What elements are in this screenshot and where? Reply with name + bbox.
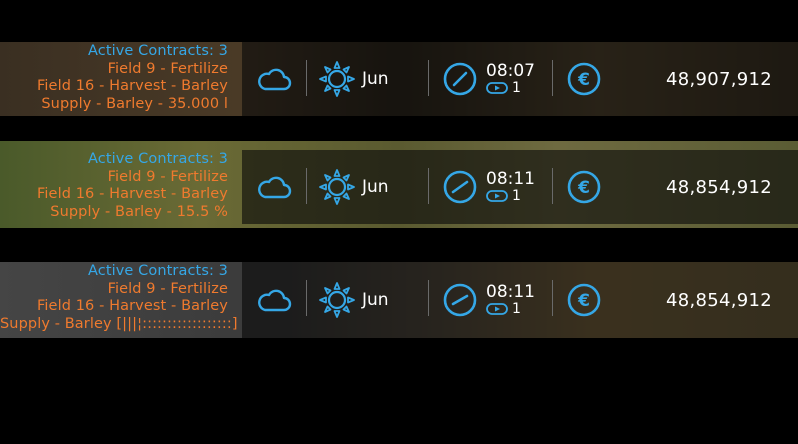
play-speed-icon: [486, 190, 508, 202]
contract-line: Field 16 - Harvest - Barley: [37, 78, 228, 94]
play-speed-icon: [486, 82, 508, 94]
contracts-title: Active Contracts: 3: [87, 151, 228, 167]
top-hud-bar: Jun 08:11 1 € 48,854,912: [242, 150, 798, 224]
divider: [428, 168, 429, 204]
month-label: Jun: [362, 177, 389, 197]
sun-icon[interactable]: [318, 150, 356, 224]
divider: [306, 60, 307, 96]
divider: [428, 280, 429, 316]
cloud-icon[interactable]: [256, 42, 292, 116]
hud-strip-1: Active Contracts: 3 Field 9 - Fertilize …: [0, 42, 798, 116]
active-contracts-panel: Active Contracts: 3 Field 9 - Fertilize …: [0, 42, 232, 116]
time-label: 08:11: [486, 282, 535, 302]
time-label: 08:07: [486, 61, 535, 81]
svg-text:€: €: [577, 70, 590, 90]
clock-icon[interactable]: [442, 262, 478, 338]
time-label: 08:11: [486, 169, 535, 189]
contract-line: Supply - Barley - 15.5 %: [50, 203, 228, 220]
time-speed[interactable]: 1: [486, 302, 521, 316]
divider: [552, 60, 553, 96]
contracts-title: Active Contracts: 3: [87, 43, 228, 59]
contracts-title: Active Contracts: 3: [87, 263, 228, 279]
active-contracts-panel: Active Contracts: 3 Field 9 - Fertilize …: [0, 262, 238, 338]
contract-line: Field 16 - Harvest - Barley: [37, 186, 228, 202]
sun-icon[interactable]: [318, 262, 356, 338]
sun-icon[interactable]: [318, 42, 356, 116]
euro-icon[interactable]: €: [566, 150, 602, 224]
time-speed[interactable]: 1: [486, 189, 521, 203]
contract-line: Supply - Barley - 35.000 l: [41, 95, 228, 112]
euro-icon[interactable]: €: [566, 262, 602, 338]
time-block: 08:11 1: [486, 262, 535, 338]
contract-line: Field 9 - Fertilize: [107, 60, 228, 77]
time-speed-value: 1: [512, 188, 521, 204]
hud-strip-2: Active Contracts: 3 Field 9 - Fertilize …: [0, 141, 798, 228]
money-label: 48,854,912: [666, 289, 773, 311]
cloud-icon[interactable]: [256, 150, 292, 224]
divider: [306, 168, 307, 204]
play-speed-icon: [486, 303, 508, 315]
top-hud-bar: Jun 08:07 1 € 48,907,912: [242, 42, 798, 116]
time-speed-value: 1: [512, 80, 521, 96]
divider: [306, 280, 307, 316]
time-speed-value: 1: [512, 301, 521, 317]
svg-text:€: €: [577, 178, 590, 198]
month-label: Jun: [362, 69, 389, 89]
divider: [428, 60, 429, 96]
hud-strip-3: Active Contracts: 3 Field 9 - Fertilize …: [0, 262, 798, 338]
contract-line: Supply - Barley [|||¦::::::::::::::::::]: [0, 315, 238, 332]
month-label: Jun: [362, 290, 389, 310]
divider: [552, 168, 553, 204]
money-label: 48,854,912: [666, 176, 773, 198]
time-speed[interactable]: 1: [486, 81, 521, 95]
clock-icon[interactable]: [442, 42, 478, 116]
euro-icon[interactable]: €: [566, 42, 602, 116]
money-label: 48,907,912: [666, 68, 773, 90]
svg-text:€: €: [577, 291, 590, 311]
contract-line: Field 9 - Fertilize: [107, 280, 228, 297]
contract-line: Field 16 - Harvest - Barley: [37, 298, 228, 314]
time-block: 08:07 1: [486, 42, 535, 116]
time-block: 08:11 1: [486, 150, 535, 224]
divider: [552, 280, 553, 316]
cloud-icon[interactable]: [256, 262, 292, 338]
top-hud-bar: Jun 08:11 1 € 48,854,912: [242, 262, 798, 338]
contract-line: Field 9 - Fertilize: [107, 168, 228, 185]
clock-icon[interactable]: [442, 150, 478, 224]
active-contracts-panel: Active Contracts: 3 Field 9 - Fertilize …: [0, 141, 232, 228]
